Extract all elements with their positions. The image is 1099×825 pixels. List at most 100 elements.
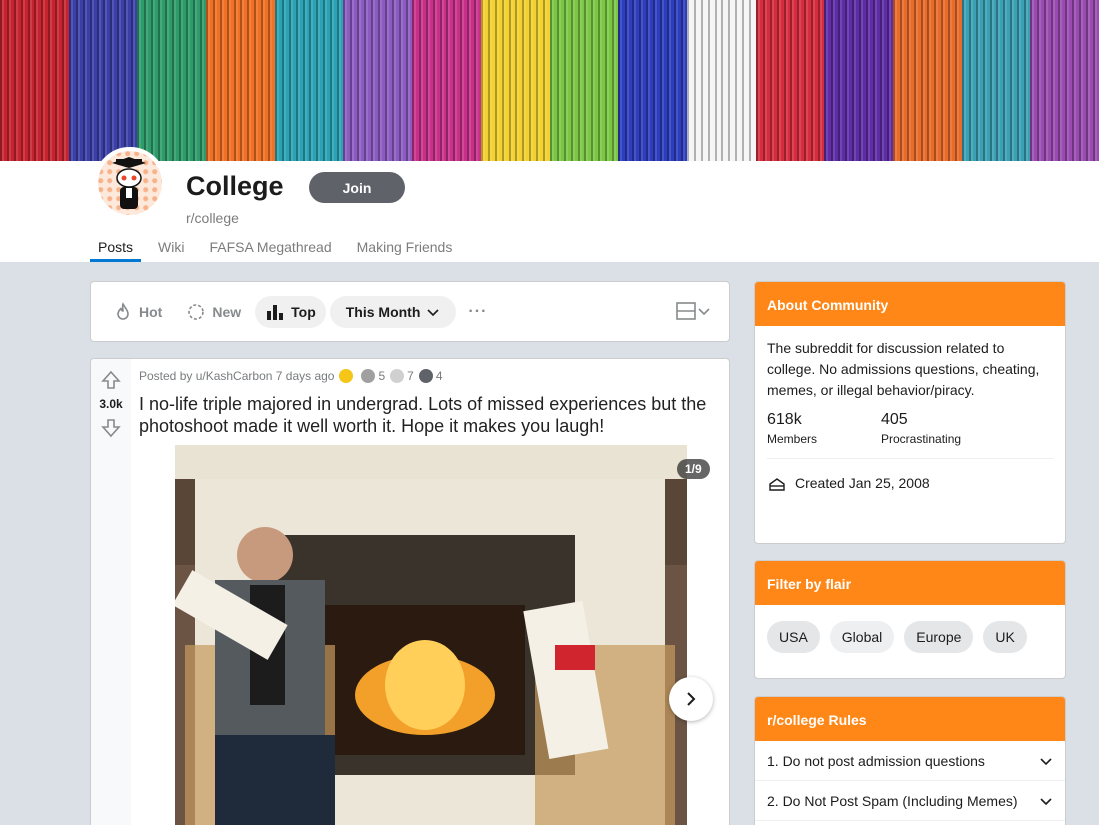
tab-wiki[interactable]: Wiki	[150, 239, 192, 262]
chevron-down-icon	[427, 308, 439, 316]
banner-tassel	[927, 0, 963, 161]
banner-tassel	[1064, 0, 1099, 161]
about-community-widget: About Community The subreddit for discus…	[754, 281, 1066, 544]
flair-europe[interactable]: Europe	[904, 621, 974, 653]
flair-global[interactable]: Global	[829, 621, 895, 653]
created-label: Created Jan 25, 2008	[795, 475, 930, 491]
award-gold[interactable]	[339, 369, 356, 383]
rule-label: 1. Do not post admission questions	[767, 752, 985, 769]
more-options-button[interactable]: ···	[468, 303, 487, 321]
time-period-dropdown[interactable]: This Month	[329, 295, 457, 328]
flair-usa[interactable]: USA	[767, 621, 820, 653]
banner-tassel	[309, 0, 345, 161]
rules-widget: r/college Rules 1. Do not post admission…	[754, 696, 1066, 825]
tab-fafsa-megathread[interactable]: FAFSA Megathread	[201, 239, 339, 262]
online-count: 405	[881, 411, 908, 428]
flair-heading: Filter by flair	[755, 561, 1065, 605]
banner-tassel	[618, 0, 654, 161]
banner-tassel	[995, 0, 1032, 161]
online-stat: 405 Procrastinating	[881, 411, 995, 446]
time-period-label: This Month	[345, 303, 421, 320]
sparkle-icon	[188, 303, 205, 320]
community-stats: 618k Members 405 Procrastinating	[755, 401, 1065, 446]
banner-tassel	[480, 0, 517, 161]
banner-tassel	[240, 0, 277, 161]
members-label: Members	[767, 432, 818, 446]
rule-item[interactable]: 1. Do not post admission questions	[755, 741, 1065, 781]
award-icon	[361, 369, 376, 383]
members-stat: 618k Members	[767, 411, 881, 446]
rule-item[interactable]: 2. Do Not Post Spam (Including Memes)	[755, 781, 1065, 821]
post-author[interactable]: Posted by u/KashCarbon	[139, 369, 272, 383]
banner-tassel	[961, 0, 998, 161]
award-icon	[339, 369, 354, 383]
sort-bar: Hot New Top This Month ···	[90, 281, 730, 342]
banner-tassel	[103, 0, 139, 161]
sort-top-label: Top	[291, 303, 316, 320]
community-banner	[0, 0, 1099, 161]
image-counter: 1/9	[677, 459, 710, 479]
banner-tassel	[34, 0, 71, 161]
banner-tassel	[858, 0, 895, 161]
flame-icon	[117, 301, 129, 320]
join-button[interactable]: Join	[309, 172, 405, 203]
card-view-icon	[676, 302, 696, 320]
flair-list: USA Global Europe UK	[755, 605, 1065, 669]
community-name: r/college	[186, 210, 239, 226]
banner-tassel	[137, 0, 174, 161]
banner-tassel	[171, 0, 208, 161]
banner-tassel	[1030, 0, 1067, 161]
sort-top-button[interactable]: Top	[255, 295, 326, 328]
community-avatar	[94, 147, 166, 219]
award-icon	[418, 369, 433, 383]
community-tabs: Posts Wiki FAFSA Megathread Making Frien…	[90, 239, 469, 262]
tab-making-friends[interactable]: Making Friends	[349, 239, 461, 262]
banner-tassel	[0, 0, 36, 161]
rules-heading: r/college Rules	[755, 697, 1065, 741]
vote-column: 3.0k	[91, 359, 131, 825]
post-meta: Posted by u/KashCarbon 7 days ago 5 7 4	[139, 369, 443, 383]
post-age[interactable]: 7 days ago	[276, 369, 335, 383]
filter-by-flair-widget: Filter by flair USA Global Europe UK	[754, 560, 1066, 679]
banner-tassel	[446, 0, 483, 161]
banner-tassel	[68, 0, 105, 161]
vote-count: 3.0k	[99, 397, 123, 411]
chevron-down-icon	[1040, 797, 1052, 805]
banner-tassel	[686, 0, 723, 161]
downvote-icon[interactable]	[100, 417, 122, 439]
banner-tassel	[755, 0, 792, 161]
banner-tassel	[789, 0, 826, 161]
award-silver[interactable]: 4	[418, 369, 443, 383]
online-label: Procrastinating	[881, 432, 962, 446]
bar-chart-icon	[267, 304, 284, 320]
sort-new-label: New	[212, 303, 242, 320]
view-layout-dropdown[interactable]	[675, 300, 711, 322]
post-title[interactable]: I no-life triple majored in undergrad. L…	[139, 393, 714, 437]
flair-uk[interactable]: UK	[983, 621, 1027, 653]
banner-tassel	[412, 0, 448, 161]
cake-icon	[769, 478, 785, 491]
banner-tassel	[343, 0, 380, 161]
upvote-icon[interactable]	[100, 369, 122, 391]
community-description: The subreddit for discussion related to …	[767, 340, 1040, 398]
sort-hot-button[interactable]: Hot	[103, 296, 172, 328]
members-count: 618k	[767, 411, 802, 428]
sort-new-button[interactable]: New	[176, 296, 251, 328]
banner-tassel	[824, 0, 860, 161]
award-helpful[interactable]: 5	[361, 369, 385, 383]
post-card[interactable]: 3.0k Posted by u/KashCarbon 7 days ago 5…	[90, 358, 730, 825]
fireplace-photo	[175, 445, 687, 825]
community-title: College	[186, 171, 284, 201]
banner-tassel	[549, 0, 586, 161]
sort-hot-label: Hot	[139, 303, 163, 320]
chevron-down-icon	[1040, 757, 1052, 765]
post-image[interactable]	[175, 445, 687, 825]
banner-tassel	[583, 0, 620, 161]
tab-posts[interactable]: Posts	[90, 239, 142, 262]
snoo-graduate-icon	[112, 157, 146, 209]
award-wholesome[interactable]: 7	[390, 369, 414, 383]
next-image-button[interactable]	[669, 677, 713, 721]
banner-tassel	[206, 0, 242, 161]
banner-tassel	[377, 0, 414, 161]
chevron-right-icon	[687, 692, 696, 706]
